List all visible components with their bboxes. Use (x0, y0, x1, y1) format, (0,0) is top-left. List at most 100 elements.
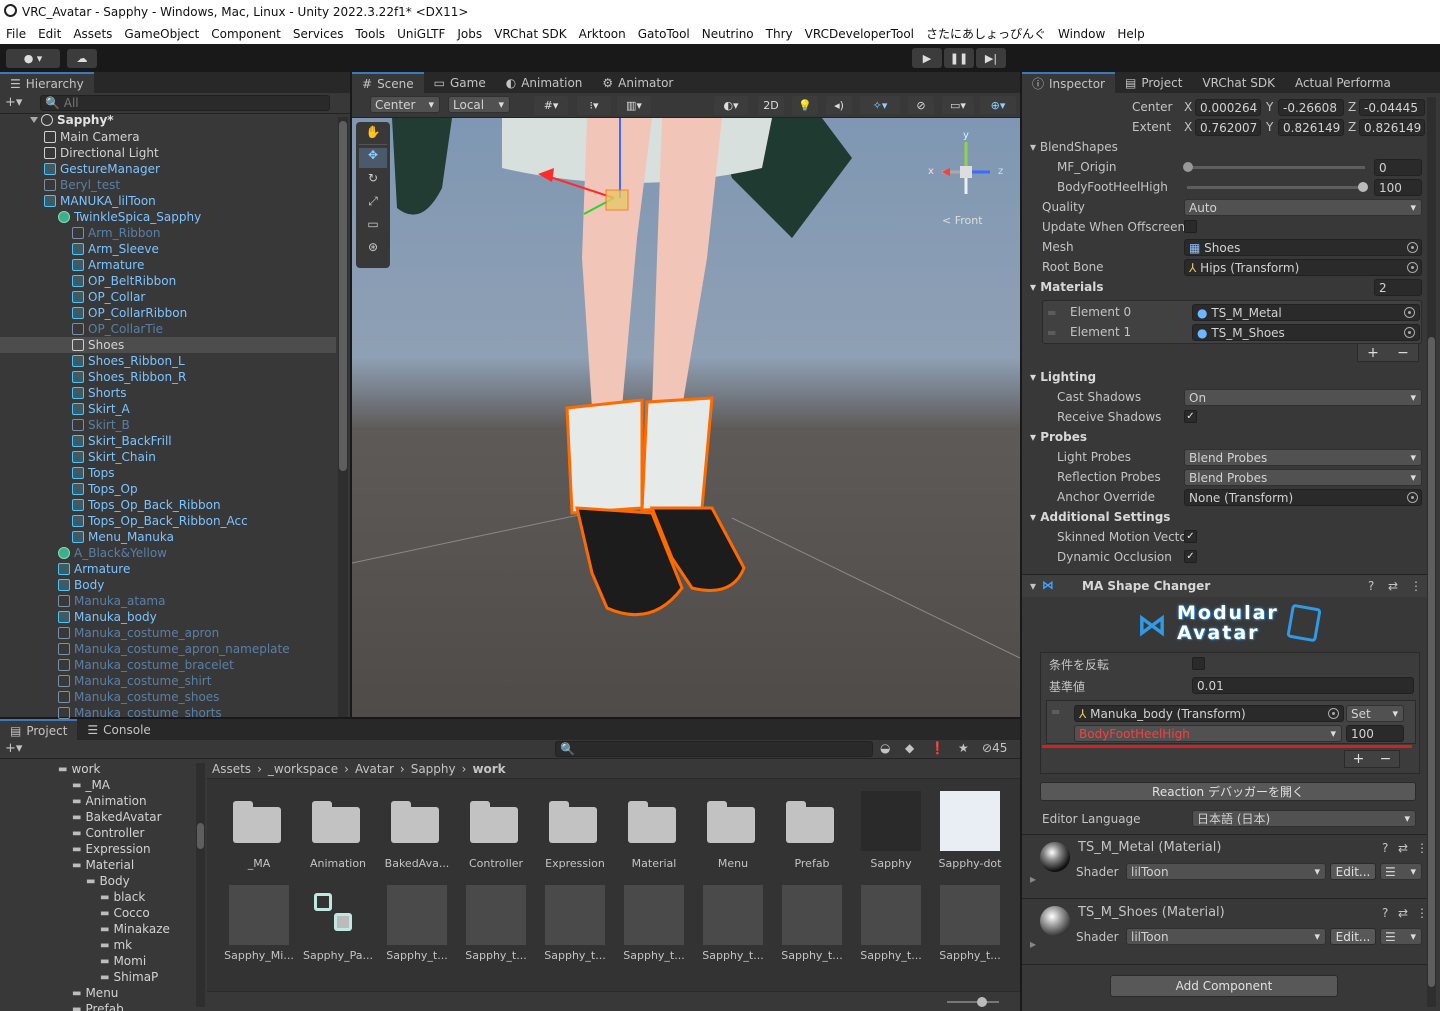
breadcrumb-item[interactable]: Avatar (355, 762, 394, 776)
hierarchy-item[interactable]: Tops (72, 465, 115, 481)
drag-handle-icon[interactable]: ═ (1048, 326, 1055, 340)
project-folder-item[interactable]: ▬ Material (72, 857, 134, 873)
scene-viewport[interactable]: ✋ ✥ ↻ ⤢ ▭ ⊛ y x z < Front (352, 118, 1020, 717)
hierarchy-item[interactable]: Menu_Manuka (72, 529, 174, 545)
hierarchy-item[interactable]: OP_CollarTie (72, 321, 163, 337)
remove-icon[interactable]: − (1380, 751, 1392, 767)
root-bone-field[interactable]: ⅄ Hips (Transform) (1184, 259, 1422, 276)
project-folder-item[interactable]: ▬ Cocco (100, 905, 150, 921)
add-icon[interactable]: + (1353, 751, 1365, 767)
project-folder-item[interactable]: ▬ mk (100, 937, 132, 953)
hierarchy-item[interactable]: Main Camera (44, 129, 140, 145)
menu-neutrino[interactable]: Neutrino (696, 27, 760, 41)
hierarchy-item[interactable]: Shorts (72, 385, 126, 401)
mf-origin-slider[interactable] (1183, 162, 1365, 172)
breadcrumb-item[interactable]: Sapphy (411, 762, 456, 776)
tab-vrchat-sdk[interactable]: VRChat SDK (1192, 72, 1285, 93)
blendshapes-foldout[interactable]: ▾ BlendShapes (1030, 140, 1118, 154)
menu-gameobject[interactable]: GameObject (118, 27, 205, 41)
expand-arrow-icon[interactable]: ▸ (1030, 872, 1036, 886)
project-search-input[interactable]: 🔍 (555, 741, 873, 757)
tree-scrollbar[interactable] (196, 763, 205, 1007)
step-button[interactable]: ▶| (976, 48, 1006, 68)
component-menu-icon[interactable]: ⋮ (1416, 906, 1428, 920)
asset-item[interactable]: Sapphy_t... (695, 883, 771, 963)
preset-icon[interactable]: ⇄ (1398, 906, 1408, 920)
receive-shadows-checkbox[interactable]: ✓ (1184, 410, 1197, 423)
hierarchy-item[interactable]: Tops_Op_Back_Ribbon (72, 497, 221, 513)
shape-target-field[interactable]: ⅄ Manuka_body (Transform) (1074, 705, 1344, 722)
hierarchy-search-input[interactable]: 🔍 All (40, 95, 330, 111)
draw-mode-dropdown[interactable]: ◐▾ (714, 96, 748, 115)
center-x-field[interactable]: 0.000264 (1195, 99, 1261, 116)
expand-arrow-icon[interactable]: ▸ (1030, 937, 1036, 951)
shader-dropdown[interactable]: lilToon (1126, 863, 1326, 880)
edit-shader-button[interactable]: Edit... (1330, 863, 1376, 880)
asset-item[interactable]: Prefab (774, 789, 850, 870)
additional-settings-foldout[interactable]: ▾ Additional Settings (1030, 510, 1170, 524)
mf-origin-field[interactable]: 0 (1374, 159, 1422, 176)
audio-toggle[interactable]: ◂) (826, 96, 852, 115)
shape-add-remove[interactable]: + − (1344, 750, 1400, 768)
inspector-scrollbar[interactable] (1427, 97, 1436, 1007)
bodyfootheel-slider[interactable] (1187, 182, 1368, 192)
hierarchy-item[interactable]: Arm_Ribbon (72, 225, 160, 241)
tab-animation[interactable]: ◐ Animation (496, 72, 593, 93)
asset-item[interactable]: Controller (458, 789, 534, 870)
add-object-button[interactable]: +▾ (5, 95, 22, 110)
bodyfootheel-field[interactable]: 100 (1374, 179, 1422, 196)
project-folder-item[interactable]: ▬ work (58, 761, 101, 777)
hierarchy-item[interactable]: Skirt_A (72, 401, 130, 417)
menu-services[interactable]: Services (287, 27, 350, 41)
shape-name-dropdown[interactable]: BodyFootHeelHigh (1074, 725, 1342, 742)
hierarchy-item[interactable]: Manuka_costume_shoes (58, 689, 219, 705)
camera-dropdown[interactable]: ▭▾ (942, 96, 974, 115)
lighting-foldout[interactable]: ▾ Lighting (1030, 370, 1096, 384)
2d-toggle[interactable]: 2D (758, 96, 784, 115)
center-z-field[interactable]: -0.04445 (1359, 99, 1425, 116)
lighting-toggle[interactable]: 💡 (792, 96, 818, 115)
hierarchy-item[interactable]: A_Black&Yellow (58, 545, 167, 561)
hidden-count[interactable]: ⊘45 (982, 741, 1007, 755)
shader-dropdown[interactable]: lilToon (1126, 928, 1326, 945)
add-component-button[interactable]: Add Component (1110, 975, 1338, 997)
help-icon[interactable]: ? (1382, 841, 1388, 855)
hierarchy-item[interactable]: Manuka_costume_apron (58, 625, 219, 641)
hierarchy-item[interactable]: OP_BeltRibbon (72, 273, 176, 289)
edit-shader-button[interactable]: Edit... (1330, 928, 1376, 945)
menu-assets[interactable]: Assets (67, 27, 118, 41)
orientation-gizmo[interactable]: y x z < Front (928, 130, 1008, 240)
hierarchy-item[interactable]: Armature (58, 561, 130, 577)
menu-arktoon[interactable]: Arktoon (573, 27, 632, 41)
menu-tools[interactable]: Tools (350, 27, 392, 41)
light-probes-dropdown[interactable]: Blend Probes (1184, 449, 1422, 466)
menu-edit[interactable]: Edit (32, 27, 67, 41)
materials-count-field[interactable]: 2 (1374, 279, 1422, 296)
hierarchy-item[interactable]: Body (58, 577, 104, 593)
cloud-icon[interactable]: ☁ (67, 49, 97, 68)
icon-size-slider[interactable] (947, 997, 999, 1007)
asset-item[interactable]: Sapphy_t... (774, 883, 850, 963)
menu-vrchat-sdk[interactable]: VRChat SDK (488, 27, 573, 41)
reflection-probes-dropdown[interactable]: Blend Probes (1184, 469, 1422, 486)
breadcrumb-item[interactable]: work (472, 762, 505, 776)
asset-item[interactable]: Material (616, 789, 692, 870)
menu-help[interactable]: Help (1111, 27, 1150, 41)
transform-tool-icon[interactable]: ⊛ (359, 240, 387, 260)
hierarchy-item[interactable]: Skirt_B (72, 417, 130, 433)
help-icon[interactable]: ? (1382, 906, 1388, 920)
hierarchy-item[interactable]: OP_CollarRibbon (72, 305, 187, 321)
element1-field[interactable]: ● TS_M_Shoes (1192, 324, 1420, 341)
scene-root[interactable]: Sapphy* (30, 112, 114, 128)
center-y-field[interactable]: -0.26608 (1278, 99, 1344, 116)
project-folder-item[interactable]: ▬ Prefab (72, 1001, 124, 1011)
warning-icon[interactable]: ❗ (930, 741, 945, 755)
anchor-override-picker-icon[interactable] (1407, 492, 1418, 503)
menu-component[interactable]: Component (205, 27, 287, 41)
pivot-dropdown[interactable]: Center (370, 96, 440, 113)
filter-type-icon[interactable]: ◒ (880, 741, 890, 755)
menu--[interactable]: さたにあしょっぴんぐ (920, 25, 1052, 42)
project-folder-item[interactable]: ▬ Momi (100, 953, 146, 969)
asset-item[interactable]: Sapphy_t... (458, 883, 534, 963)
hierarchy-item[interactable]: Shoes_Ribbon_R (72, 369, 186, 385)
